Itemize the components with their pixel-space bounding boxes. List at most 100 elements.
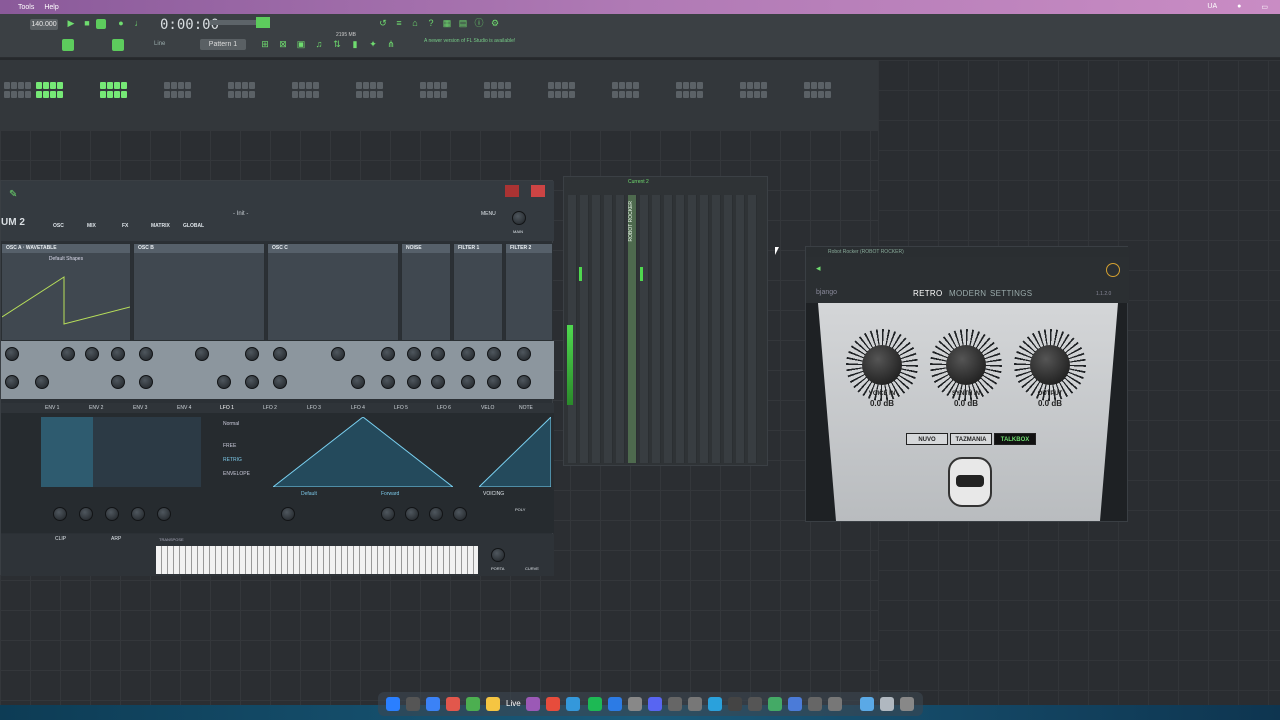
knob[interactable] [281, 507, 295, 521]
spotify-icon[interactable] [588, 697, 602, 711]
knob[interactable] [111, 347, 125, 361]
knob[interactable] [53, 507, 67, 521]
tab-matrix[interactable]: MATRIX [151, 223, 170, 229]
knob[interactable] [461, 375, 475, 389]
mixer-track[interactable] [724, 195, 733, 463]
knob[interactable] [407, 375, 421, 389]
tool-icon[interactable]: ✦ [368, 39, 378, 49]
mixer-track[interactable] [580, 195, 589, 463]
menu-help[interactable]: Help [44, 4, 58, 11]
mixer-track-selected[interactable]: ROBOT ROCKER [628, 195, 637, 463]
lfo-direction[interactable]: Forward [381, 491, 399, 497]
tab-fx[interactable]: FX [122, 223, 128, 229]
knob[interactable] [431, 375, 445, 389]
input-source[interactable]: UA [1207, 3, 1217, 11]
lfo-mode[interactable]: Normal [223, 421, 239, 427]
master-volume-slider[interactable] [210, 20, 260, 25]
pattern-mode-button[interactable] [96, 19, 106, 29]
tab-mix[interactable]: MIX [87, 223, 96, 229]
trash-icon[interactable] [900, 697, 914, 711]
mixer-track[interactable] [604, 195, 613, 463]
tool-icon[interactable]: ▮ [350, 39, 360, 49]
wavetable-display[interactable] [1, 262, 131, 332]
tool-icon[interactable]: ⊠ [278, 39, 288, 49]
record-icon[interactable]: ● [116, 18, 126, 28]
knob[interactable] [517, 375, 531, 389]
knob[interactable] [79, 507, 93, 521]
velo-display[interactable] [479, 417, 551, 487]
knob[interactable] [487, 347, 501, 361]
fl-plugin-icon[interactable]: ✎ [9, 189, 17, 200]
tab-note[interactable]: NOTE [519, 405, 533, 411]
discord-icon[interactable] [648, 697, 662, 711]
knob[interactable] [407, 347, 421, 361]
piano-roll-icon[interactable]: ▦ [442, 18, 452, 28]
master-knob[interactable] [512, 211, 526, 225]
knob[interactable] [139, 375, 153, 389]
power-knob[interactable] [1106, 263, 1120, 277]
mixer-track[interactable] [712, 195, 721, 463]
tab-lfo-1[interactable]: LFO 1 [220, 405, 234, 411]
stop-icon[interactable]: ■ [82, 18, 92, 28]
update-hint[interactable]: A newer version of FL Studio is availabl… [424, 38, 515, 44]
live-icon[interactable]: Live [506, 699, 521, 708]
downloads-icon[interactable] [880, 697, 894, 711]
app-icon[interactable] [788, 697, 802, 711]
knob[interactable] [245, 375, 259, 389]
knob[interactable] [85, 347, 99, 361]
undo-icon[interactable]: ↺ [378, 18, 388, 28]
app-icon[interactable] [668, 697, 682, 711]
mode-nuvo[interactable]: NUVO [906, 433, 948, 445]
tool-icon[interactable]: ⇅ [332, 39, 342, 49]
knob[interactable] [453, 507, 467, 521]
lfo-retrig[interactable]: RETRIG [223, 457, 242, 463]
telegram-icon[interactable] [708, 697, 722, 711]
knob[interactable] [245, 347, 259, 361]
snap-toggle[interactable] [62, 39, 74, 51]
tab-lfo-2[interactable]: LFO 2 [263, 405, 277, 411]
mixer-track[interactable] [748, 195, 757, 463]
settings-icon[interactable] [628, 697, 642, 711]
preset-badge[interactable] [531, 185, 545, 197]
info-icon[interactable]: ⓘ [474, 18, 484, 28]
knob[interactable] [111, 375, 125, 389]
knob[interactable] [131, 507, 145, 521]
tool-icon[interactable]: ⊞ [260, 39, 270, 49]
knob[interactable] [5, 347, 19, 361]
knob[interactable] [273, 375, 287, 389]
mixer-track[interactable] [664, 195, 673, 463]
arp-label[interactable]: ARP [111, 536, 121, 542]
lfo-free[interactable]: FREE [223, 443, 236, 449]
tab-env-1[interactable]: ENV 1 [45, 405, 59, 411]
tab-env-4[interactable]: ENV 4 [177, 405, 191, 411]
tab-lfo-4[interactable]: LFO 4 [351, 405, 365, 411]
finder-icon[interactable] [386, 697, 400, 711]
knob[interactable] [105, 507, 119, 521]
filter-2-panel[interactable]: FILTER 2 [505, 243, 553, 341]
lfo-envelope[interactable]: ENVELOPE [223, 471, 250, 477]
tab-osc[interactable]: OSC [53, 223, 64, 229]
mixer-track[interactable] [676, 195, 685, 463]
plugin-arrow-icon[interactable]: ◂ [816, 263, 821, 274]
help-icon[interactable]: ? [426, 18, 436, 28]
knob[interactable] [429, 507, 443, 521]
tempo-display[interactable]: 140.000 [30, 19, 58, 30]
preset-badge[interactable] [505, 185, 519, 197]
tab-settings[interactable]: SETTINGS [990, 289, 1032, 298]
app-icon[interactable] [748, 697, 762, 711]
app-icon[interactable] [566, 697, 580, 711]
porta-knob[interactable] [491, 548, 505, 562]
preset-name[interactable]: - Init - [233, 211, 248, 217]
knob[interactable] [381, 507, 395, 521]
knob[interactable] [381, 375, 395, 389]
menu-tools[interactable]: Tools [18, 4, 34, 11]
plugin-icon[interactable]: ⚙ [490, 18, 500, 28]
safari-icon[interactable] [426, 697, 440, 711]
mixer-track[interactable] [592, 195, 601, 463]
app-store-icon[interactable] [608, 697, 622, 711]
launchpad-icon[interactable] [406, 697, 420, 711]
knob[interactable] [381, 347, 395, 361]
lfo-shape[interactable]: Default [301, 491, 317, 497]
osc-a-panel[interactable]: OSC A · WAVETABLE Default Shapes [1, 243, 131, 341]
noise-panel[interactable]: NOISE [401, 243, 451, 341]
